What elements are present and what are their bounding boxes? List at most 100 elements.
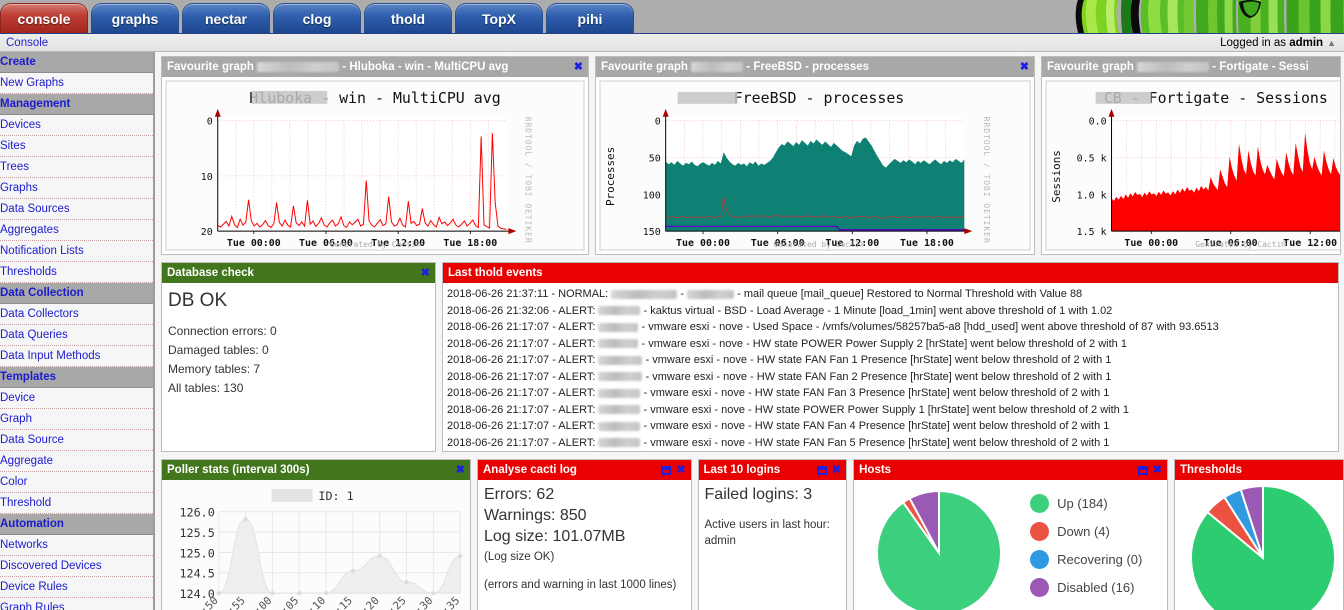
sidebar-item-discovered-devices[interactable]: Discovered Devices	[0, 556, 153, 577]
sidebar-item-data-collectors[interactable]: Data Collectors	[0, 304, 153, 325]
session-info[interactable]: Logged in as admin▲	[1220, 37, 1336, 49]
svg-text:Generated by Cacti®: Generated by Cacti®	[1195, 240, 1286, 249]
sidebar-item-trees[interactable]: Trees	[0, 157, 153, 178]
sidebar-item-data-source[interactable]: Data Source	[0, 430, 153, 451]
close-icon[interactable]: ✖	[574, 62, 583, 73]
thresholds-pie-chart[interactable]	[1175, 480, 1343, 610]
panel-last-10-logins: Last 10 logins ✖ Failed logins: 3 Active…	[698, 459, 848, 610]
legend-color-swatch	[1030, 522, 1049, 541]
sidebar-item-graph-rules[interactable]: Graph Rules	[0, 598, 153, 610]
sidebar-item-device-rules[interactable]: Device Rules	[0, 577, 153, 598]
close-icon[interactable]: ✖	[832, 465, 841, 476]
svg-text:100: 100	[643, 190, 661, 201]
svg-text:Tue 00:00: Tue 00:00	[676, 238, 730, 249]
tab-graphs[interactable]: graphs	[91, 3, 179, 33]
thold-event-row: 2018-06-26 21:17:07 - ALERT: - vmware es…	[447, 369, 1338, 386]
thold-event-message: - kaktus virtual - BSD - Load Average - …	[640, 305, 1112, 317]
sidebar-item-thresholds[interactable]: Thresholds	[0, 262, 153, 283]
breadcrumb[interactable]: Console	[6, 37, 48, 49]
thold-event-timestamp: 2018-06-26 21:37:11 - NORMAL:	[447, 288, 611, 300]
clog-log-size: Log size: 101.07MB	[478, 526, 691, 547]
panel-title: Thresholds	[1180, 464, 1242, 476]
legend-color-swatch	[1030, 494, 1049, 513]
panel-title: Favourite graph - Hluboka - win - MultiC…	[167, 61, 508, 73]
svg-text:1.0 k: 1.0 k	[1077, 190, 1107, 201]
sidebar-item-graph[interactable]: Graph	[0, 409, 153, 430]
sidebar-item-sites[interactable]: Sites	[0, 136, 153, 157]
close-icon[interactable]: ✖	[421, 268, 430, 279]
svg-text:Tue 00:00: Tue 00:00	[1124, 238, 1178, 249]
tab-topx[interactable]: TopX	[455, 3, 543, 33]
thold-event-row: 2018-06-26 21:17:07 - ALERT: - vmware es…	[447, 319, 1338, 336]
sidebar-item-aggregate[interactable]: Aggregate	[0, 451, 153, 472]
thold-event-row: 2018-06-26 21:17:07 - ALERT: - vmware es…	[447, 352, 1338, 369]
breadcrumb-bar: Console Logged in as admin▲	[0, 33, 1344, 52]
tab-console[interactable]: console	[0, 3, 88, 33]
tab-clog[interactable]: clog	[273, 3, 361, 33]
redacted-hostname	[598, 306, 640, 315]
redacted-hostname	[598, 422, 640, 431]
clog-errors: Errors: 62	[478, 480, 691, 505]
sidebar-item-threshold[interactable]: Threshold	[0, 493, 153, 514]
legend-label: Up (184)	[1057, 496, 1108, 511]
sidebar-item-aggregates[interactable]: Aggregates	[0, 220, 153, 241]
legend-item: Up (184)	[1030, 494, 1142, 513]
sidebar-item-data-queries[interactable]: Data Queries	[0, 325, 153, 346]
svg-text:Tue 00:00: Tue 00:00	[227, 238, 281, 249]
panel-header: Favourite graph - Hluboka - win - MultiC…	[162, 57, 588, 77]
thold-event-message: - vmware esxi - nove - HW state FAN Fan …	[642, 354, 1111, 366]
poller-stats-chart[interactable]: ID: 1 126.0125.5125.0124.5124.0 :50:55:0…	[162, 480, 470, 610]
redacted-hostname	[598, 438, 640, 447]
sidebar-item-new-graphs[interactable]: New Graphs	[0, 73, 153, 94]
tab-thold[interactable]: thold	[364, 3, 452, 33]
close-icon[interactable]: ✖	[456, 465, 465, 476]
panel-body: Hluboka - win - MultiCPU avg RRDTOOL / T…	[162, 77, 588, 254]
tab-nectar[interactable]: nectar	[182, 3, 270, 33]
panel-analyse-cacti-log: Analyse cacti log ✖ Errors: 62 Warnings:…	[477, 459, 692, 610]
close-icon[interactable]: ✖	[676, 465, 685, 476]
svg-text:20: 20	[201, 227, 213, 238]
session-user: admin	[1289, 37, 1323, 49]
clog-log-size-note: (Log size OK)	[478, 547, 691, 565]
sidebar-item-color[interactable]: Color	[0, 472, 153, 493]
thold-event-timestamp: 2018-06-26 21:17:07 - ALERT:	[447, 420, 598, 432]
svg-text:RRDTOOL / TOBI OETIKER: RRDTOOL / TOBI OETIKER	[523, 117, 532, 244]
panel-controls: ✖	[1132, 465, 1162, 476]
rrd-graph-multicpu[interactable]: Hluboka - win - MultiCPU avg RRDTOOL / T…	[162, 77, 588, 254]
sidebar-item-networks[interactable]: Networks	[0, 535, 153, 556]
sidebar-item-devices[interactable]: Devices	[0, 115, 153, 136]
active-users-label: Active users in last hour:	[699, 515, 847, 533]
svg-text:Generated by Cacti®: Generated by Cacti®	[774, 240, 865, 249]
redacted-hostname	[1137, 62, 1209, 72]
tab-pihi[interactable]: pihi	[546, 3, 634, 33]
thold-event-row: 2018-06-26 21:32:06 - ALERT: - kaktus vi…	[447, 303, 1338, 320]
panel-header: Poller stats (interval 300s) ✖	[162, 460, 470, 480]
maximize-icon[interactable]	[817, 466, 827, 475]
legend-color-swatch	[1030, 550, 1049, 569]
thold-event-message: - vmware esxi - nove - HW state FAN Fan …	[640, 387, 1109, 399]
sidebar-group-data-collection: Data Collection	[0, 283, 153, 304]
cacti-logo	[999, 0, 1344, 33]
sidebar-item-data-input-methods[interactable]: Data Input Methods	[0, 346, 153, 367]
close-icon[interactable]: ✖	[1153, 465, 1162, 476]
db-damaged-tables: Damaged tables: 0	[162, 340, 435, 359]
panel-title-suffix: - Hluboka - win - MultiCPU avg	[339, 61, 508, 73]
svg-text:0.0: 0.0	[1089, 117, 1107, 128]
legend-item: Recovering (0)	[1030, 550, 1142, 569]
sidebar-item-device[interactable]: Device	[0, 388, 153, 409]
rrd-graph-processes[interactable]: FreeBSD - processes RRDTOOL / TOBI OETIK…	[596, 77, 1034, 254]
rrd-graph-sessions[interactable]: CB - Fortigate - Sessions Sessions 1.5 k…	[1042, 77, 1340, 254]
sidebar-item-data-sources[interactable]: Data Sources	[0, 199, 153, 220]
chevron-up-icon[interactable]: ▲	[1327, 38, 1336, 48]
maximize-icon[interactable]	[1138, 466, 1148, 475]
panel-database-check: Database check ✖ DB OK Connection errors…	[161, 262, 436, 452]
close-icon[interactable]: ✖	[1020, 62, 1029, 73]
legend-label: Disabled (16)	[1057, 580, 1134, 595]
sidebar-group-templates: Templates	[0, 367, 153, 388]
svg-text:1.5 k: 1.5 k	[1077, 227, 1107, 238]
panel-title-prefix: Favourite graph	[167, 61, 257, 73]
hosts-pie-chart[interactable]	[854, 480, 1024, 610]
sidebar-item-notification-lists[interactable]: Notification Lists	[0, 241, 153, 262]
sidebar-item-graphs[interactable]: Graphs	[0, 178, 153, 199]
maximize-icon[interactable]	[661, 466, 671, 475]
